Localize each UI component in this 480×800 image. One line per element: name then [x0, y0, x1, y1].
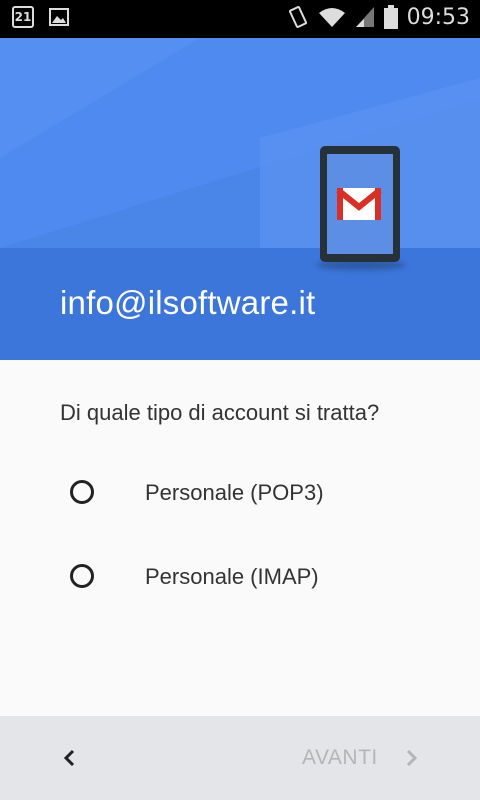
battery-icon: [383, 5, 398, 29]
wifi-icon: [318, 8, 345, 27]
status-bar: 21 09:53: [0, 0, 480, 38]
back-button[interactable]: [52, 740, 88, 776]
option-pop3-label: Personale (POP3): [145, 480, 324, 505]
account-type-panel: Di quale tipo di account si tratta? Pers…: [0, 360, 480, 716]
vibrate-icon: [288, 6, 307, 28]
radio-imap[interactable]: [70, 564, 94, 588]
image-icon: [49, 8, 69, 26]
chevron-right-icon: [406, 749, 418, 767]
next-button-label: AVANTI: [302, 746, 378, 769]
calendar-icon: 21: [12, 6, 34, 28]
next-button[interactable]: AVANTI: [296, 740, 436, 776]
chevron-left-icon: [63, 749, 75, 767]
option-pop3[interactable]: Personale (POP3): [60, 466, 440, 522]
question-text: Di quale tipo di account si tratta?: [60, 400, 380, 425]
account-email: info@ilsoftware.it: [60, 284, 316, 321]
clock: 09:53: [406, 4, 470, 30]
bottom-nav: AVANTI: [0, 716, 480, 800]
option-imap-label: Personale (IMAP): [145, 564, 319, 589]
signal-icon: [355, 7, 374, 27]
option-imap[interactable]: Personale (IMAP): [60, 550, 440, 606]
account-header: info@ilsoftware.it: [0, 38, 480, 360]
radio-pop3[interactable]: [70, 480, 94, 504]
gmail-icon: [336, 187, 382, 220]
gmail-phone-icon: [320, 146, 400, 262]
